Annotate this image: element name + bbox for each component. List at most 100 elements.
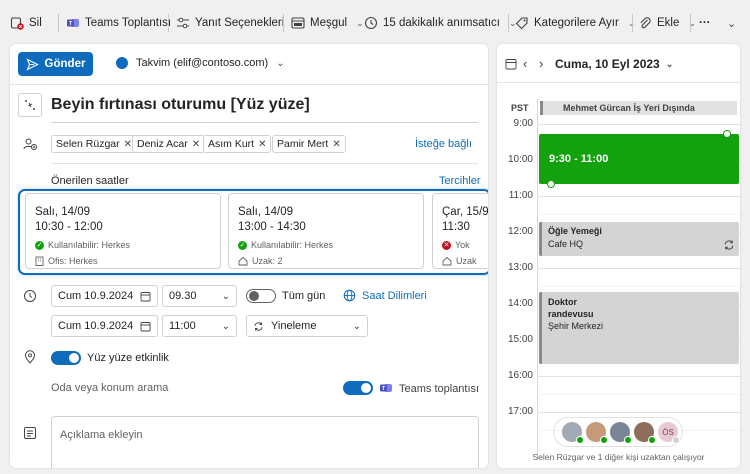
suggestion-location: Uzak (442, 256, 477, 266)
timezones-label: Saat Dilimleri (362, 289, 427, 302)
previous-day-button[interactable]: ‹ (523, 56, 527, 71)
toolbar-divider (168, 14, 169, 32)
avatar[interactable] (586, 422, 608, 444)
availability-text: Kullanılabilir: Herkes (251, 240, 334, 250)
calendar-account-label: Takvim (elif@contoso.com) (136, 57, 269, 69)
attendee-name: Pamir Mert (277, 138, 329, 150)
remove-attendee-icon[interactable]: ✕ (192, 139, 200, 150)
show-as-dropdown[interactable]: Meşgul ⌄ (291, 12, 364, 34)
collapse-ribbon-button[interactable]: ⌄ (727, 12, 736, 34)
suggestion-availability: ✓ Kullanılabilir: Herkes (35, 240, 130, 250)
location-text: Uzak (456, 256, 477, 266)
start-time-picker[interactable]: 09.30 ⌄ (162, 285, 237, 307)
all-day-toggle[interactable] (246, 289, 276, 303)
calendar-today-icon[interactable] (505, 58, 517, 70)
resize-handle-top[interactable] (723, 130, 731, 138)
attendee-chip[interactable]: Asım Kurt ✕ (203, 135, 272, 153)
event-location: Cafe HQ (548, 239, 584, 249)
suggestion-location: Ofis: Herkes (35, 256, 98, 266)
divider (51, 163, 478, 164)
allday-event-ooo[interactable]: Mehmet Gürcan İş Yeri Dışında (540, 101, 737, 115)
teams-meeting-label: Teams toplantısı (399, 383, 480, 395)
next-day-button[interactable]: › (539, 56, 543, 71)
in-person-toggle[interactable] (51, 351, 81, 365)
end-time-picker[interactable]: 11:00 ⌄ (162, 315, 237, 337)
lunch-event[interactable]: Öğle Yemeği Cafe HQ (539, 222, 739, 256)
presence-available-icon (648, 436, 656, 444)
attach-dropdown[interactable]: Ekle ⌄ (638, 12, 696, 34)
remove-attendee-icon[interactable]: ✕ (124, 139, 132, 150)
end-date-value: Cum 10.9.2024 (58, 320, 134, 332)
calendar-icon (140, 321, 151, 331)
hour-line (537, 268, 740, 269)
reminder-dropdown[interactable]: 15 dakikalık anımsatıcı ⌄ (364, 12, 517, 34)
toggle-knob (361, 383, 371, 393)
calendar-selector[interactable]: Takvim (elif@contoso.com) ⌄ (116, 57, 285, 69)
remove-attendee-icon[interactable]: ✕ (258, 139, 266, 150)
toggle-knob (249, 291, 259, 301)
clock-icon (364, 16, 378, 30)
divider (497, 82, 740, 83)
attendee-chip[interactable]: Deniz Acar ✕ (132, 135, 206, 153)
home-icon (238, 256, 248, 266)
hour-label: 10:00 (507, 154, 533, 165)
event-title: Doktor randevusu (548, 297, 594, 319)
event-title-input[interactable]: Beyin fırtınası oturumu [Yüz yüze] (51, 96, 310, 114)
event-location: Şehir Merkezi (548, 321, 604, 331)
globe-icon (343, 289, 356, 302)
presence-available-icon (576, 436, 584, 444)
attendee-name: Asım Kurt (208, 138, 255, 150)
suggestion-time: 10:30 - 12:00 (35, 221, 103, 233)
avatar-initials-text: ÖS (662, 427, 674, 437)
current-event-block[interactable]: 9:30 - 11:00 (539, 130, 739, 188)
doctor-appointment-event[interactable]: Doktor randevusu Şehir Merkezi (539, 292, 739, 364)
suggestion-day: Salı, 14/09 (238, 206, 293, 218)
hour-label: 9:00 (513, 118, 533, 129)
suggested-time-card[interactable]: Salı, 14/09 13:00 - 14:30 ✓ Kullanılabili… (228, 193, 424, 269)
avatar[interactable] (562, 422, 584, 444)
description-editor[interactable]: Açıklama ekleyin (51, 416, 479, 468)
availability-text: Yok (455, 240, 470, 250)
date-picker-button[interactable]: Cuma, 10 Eyl 2023 ⌄ (555, 57, 673, 71)
repeat-dropdown[interactable]: Yineleme ⌄ (246, 315, 368, 337)
attendees-icon (23, 138, 37, 150)
end-date-picker[interactable]: Cum 10.9.2024 (51, 315, 158, 337)
unavailable-icon: ✕ (442, 240, 451, 250)
preferences-link[interactable]: Tercihler (439, 175, 481, 187)
avatar-initials[interactable]: ÖS (658, 422, 680, 444)
delete-icon (10, 17, 24, 30)
chevron-down-icon: ⌄ (352, 320, 361, 332)
timezones-button[interactable]: Saat Dilimleri (343, 289, 427, 302)
repeat-content: Yineleme (253, 320, 316, 332)
presence-available-icon (624, 436, 632, 444)
hour-label: 13:00 (507, 262, 533, 273)
event-type-button[interactable] (18, 93, 42, 117)
attendee-chip[interactable]: Pamir Mert ✕ (272, 135, 346, 153)
delete-button[interactable]: Sil (10, 12, 42, 34)
send-icon (25, 57, 39, 71)
toolbar-divider (690, 14, 691, 32)
teams-icon: T (380, 384, 392, 392)
response-options-button[interactable]: Yanıt Seçenekleri (176, 12, 284, 34)
avatar[interactable] (610, 422, 632, 444)
toolbar-divider (283, 14, 284, 32)
more-options-button[interactable]: ··· (699, 12, 711, 34)
send-button[interactable]: Gönder (18, 52, 93, 76)
teams-meeting-button[interactable]: T Teams Toplantısı (66, 12, 171, 34)
toolbar-divider (58, 14, 59, 32)
room-search-input[interactable]: Oda veya konum arama (51, 382, 168, 394)
suggested-time-card[interactable]: Çar, 15/9 11:30 ✕ Yok Uzak (432, 193, 488, 269)
attendee-chip[interactable]: Selen Rüzgar ✕ (51, 135, 138, 153)
start-date-picker[interactable]: Cum 10.9.2024 (51, 285, 158, 307)
suggested-time-card[interactable]: Salı, 14/09 10:30 - 12:00 ✓ Kullanılabili… (25, 193, 221, 269)
avatar[interactable] (634, 422, 656, 444)
location-text: Uzak: 2 (252, 256, 283, 266)
half-hour-line (537, 394, 740, 395)
hour-line (537, 376, 740, 377)
resize-handle-bottom[interactable] (547, 180, 555, 188)
optional-attendees-link[interactable]: İsteğe bağlı (415, 138, 472, 150)
categorize-dropdown[interactable]: Kategorilere Ayır ⌄ (515, 12, 635, 34)
remove-attendee-icon[interactable]: ✕ (332, 139, 340, 150)
teams-meeting-toggle[interactable] (343, 381, 373, 395)
current-event-time: 9:30 - 11:00 (549, 153, 609, 165)
